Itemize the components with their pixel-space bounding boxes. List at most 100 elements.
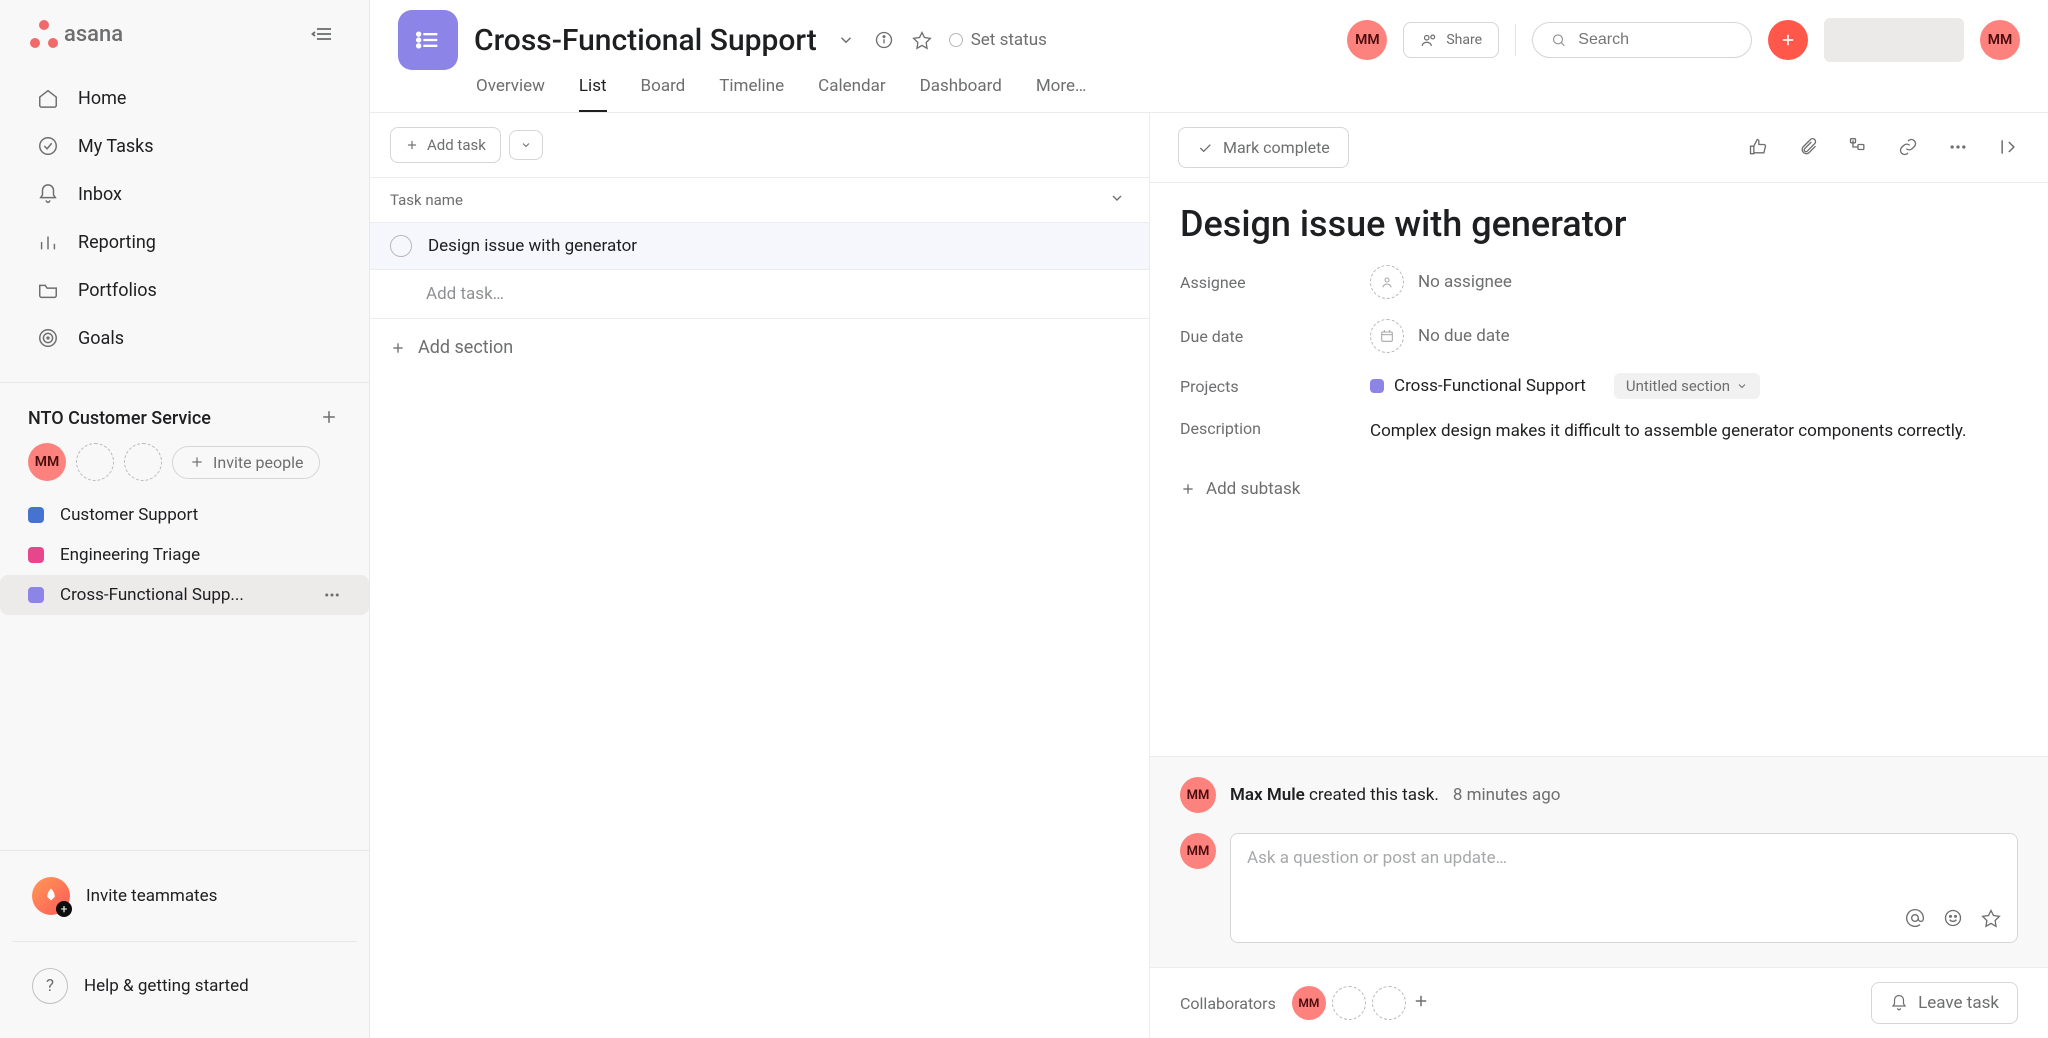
nav-goals[interactable]: Goals xyxy=(12,314,357,362)
omni-add-button[interactable] xyxy=(1768,20,1808,60)
add-collaborator-button[interactable] xyxy=(1412,992,1434,1014)
collaborators-bar: Collaborators MM Leave task xyxy=(1150,967,2048,1038)
mention-button[interactable] xyxy=(1905,908,1925,928)
project-member-avatar[interactable]: MM xyxy=(1347,20,1387,60)
set-status-label: Set status xyxy=(971,30,1047,50)
column-task-name[interactable]: Task name xyxy=(390,191,463,209)
copy-link-button[interactable] xyxy=(1898,137,1920,159)
upgrade-placeholder[interactable] xyxy=(1824,18,1964,62)
tab-dashboard[interactable]: Dashboard xyxy=(920,68,1002,112)
nav-portfolios[interactable]: Portfolios xyxy=(12,266,357,314)
project-color-icon xyxy=(28,587,44,603)
logo-text: asana xyxy=(64,22,123,47)
asana-logo[interactable]: asana xyxy=(30,20,123,48)
check-circle-icon xyxy=(36,134,60,158)
nav-my-tasks[interactable]: My Tasks xyxy=(12,122,357,170)
add-collaborator-slot[interactable] xyxy=(1332,986,1366,1020)
invite-teammates-button[interactable]: + Invite teammates xyxy=(12,863,357,929)
nav-label: Home xyxy=(78,88,126,109)
set-status-button[interactable]: Set status xyxy=(949,30,1047,50)
column-menu-button[interactable] xyxy=(1109,190,1129,210)
add-to-workspace-button[interactable] xyxy=(319,407,341,429)
field-due-date: Due date No due date xyxy=(1150,309,2048,363)
asana-mark-icon xyxy=(30,20,58,48)
chevron-down-icon xyxy=(520,139,532,151)
add-task-inline[interactable]: Add task… xyxy=(370,270,1149,319)
nav-reporting[interactable]: Reporting xyxy=(12,218,357,266)
details-toolbar: Mark complete xyxy=(1150,113,2048,182)
task-title[interactable]: Design issue with generator xyxy=(1150,183,2048,255)
project-item-engineering-triage[interactable]: Engineering Triage xyxy=(0,535,369,575)
add-subtask-button[interactable]: Add subtask xyxy=(1150,469,2048,509)
task-row[interactable]: Design issue with generator xyxy=(370,223,1149,270)
add-member-slot[interactable] xyxy=(76,443,114,481)
subtasks-button[interactable] xyxy=(1848,137,1870,159)
project-title[interactable]: Cross-Functional Support xyxy=(474,23,817,58)
add-member-slot[interactable] xyxy=(124,443,162,481)
complete-checkbox[interactable] xyxy=(390,235,412,257)
project-tile-icon[interactable] xyxy=(398,10,458,70)
chart-icon xyxy=(36,230,60,254)
smile-icon xyxy=(1943,908,1963,928)
search-input[interactable] xyxy=(1578,31,1733,49)
comment-input[interactable]: Ask a question or post an update… xyxy=(1230,833,2018,943)
collapse-sidebar-button[interactable] xyxy=(307,18,339,50)
more-actions-button[interactable] xyxy=(1948,137,1970,159)
tab-timeline[interactable]: Timeline xyxy=(719,68,784,112)
tab-more[interactable]: More… xyxy=(1036,68,1087,112)
nav-label: Portfolios xyxy=(78,280,157,301)
project-color-icon xyxy=(28,547,44,563)
project-chip[interactable]: Cross-Functional Support xyxy=(1370,376,1586,396)
project-item-customer-support[interactable]: Customer Support xyxy=(0,495,369,535)
project-info-button[interactable] xyxy=(873,29,895,51)
invite-people-button[interactable]: Invite people xyxy=(172,446,320,479)
tab-list[interactable]: List xyxy=(579,68,607,112)
activity-action: created this task. xyxy=(1305,785,1439,805)
avatar[interactable]: MM xyxy=(28,443,66,481)
add-section-button[interactable]: Add section xyxy=(370,319,1149,376)
project-title-dropdown[interactable] xyxy=(835,29,857,51)
field-projects: Projects Cross-Functional Support Untitl… xyxy=(1150,363,2048,409)
section-chip[interactable]: Untitled section xyxy=(1614,373,1760,399)
tab-overview[interactable]: Overview xyxy=(476,68,545,112)
like-button[interactable] xyxy=(1748,137,1770,159)
project-item-cross-functional-support[interactable]: Cross-Functional Supp... xyxy=(0,575,369,615)
sidebar-footer: + Invite teammates ? Help & getting star… xyxy=(0,863,369,1038)
add-task-button[interactable]: Add task xyxy=(390,127,501,163)
bell-icon xyxy=(1890,994,1908,1012)
global-search[interactable] xyxy=(1532,22,1752,58)
emoji-button[interactable] xyxy=(1943,908,1963,928)
nav-inbox[interactable]: Inbox xyxy=(12,170,357,218)
assignee-value-button[interactable]: No assignee xyxy=(1370,265,1512,299)
mark-complete-button[interactable]: Mark complete xyxy=(1178,127,1349,168)
activity-actor[interactable]: Max Mule xyxy=(1230,785,1305,805)
description-text[interactable]: Complex design makes it difficult to ass… xyxy=(1370,419,1967,445)
activity-entry: MM Max Mule created this task. 8 minutes… xyxy=(1180,777,2018,813)
help-button[interactable]: ? Help & getting started xyxy=(12,954,357,1018)
due-date-value-button[interactable]: No due date xyxy=(1370,319,1510,353)
leave-task-button[interactable]: Leave task xyxy=(1871,982,2018,1024)
workspace-header[interactable]: NTO Customer Service xyxy=(0,395,369,439)
project-chip-name: Cross-Functional Support xyxy=(1394,376,1586,396)
nav-home[interactable]: Home xyxy=(12,74,357,122)
tab-board[interactable]: Board xyxy=(641,68,686,112)
star-project-button[interactable] xyxy=(911,29,933,51)
more-horizontal-icon xyxy=(323,586,341,604)
header-right: MM Share MM xyxy=(1347,18,2020,62)
add-collaborator-slot[interactable] xyxy=(1372,986,1406,1020)
project-item-more-button[interactable] xyxy=(323,586,341,604)
user-avatar-button[interactable]: MM xyxy=(1980,20,2020,60)
link-icon xyxy=(1898,137,1918,157)
attach-button[interactable] xyxy=(1798,137,1820,159)
status-dot-icon xyxy=(949,33,963,47)
avatar[interactable]: MM xyxy=(1180,777,1216,813)
close-details-button[interactable] xyxy=(1998,137,2020,159)
subtask-icon xyxy=(1848,137,1868,157)
avatar[interactable]: MM xyxy=(1292,986,1326,1020)
tab-calendar[interactable]: Calendar xyxy=(818,68,885,112)
star-comment-button[interactable] xyxy=(1981,908,2001,928)
avatar[interactable]: MM xyxy=(1180,833,1216,869)
share-button[interactable]: Share xyxy=(1403,22,1499,58)
field-label-due: Due date xyxy=(1180,327,1350,346)
add-task-more-button[interactable] xyxy=(509,130,543,160)
